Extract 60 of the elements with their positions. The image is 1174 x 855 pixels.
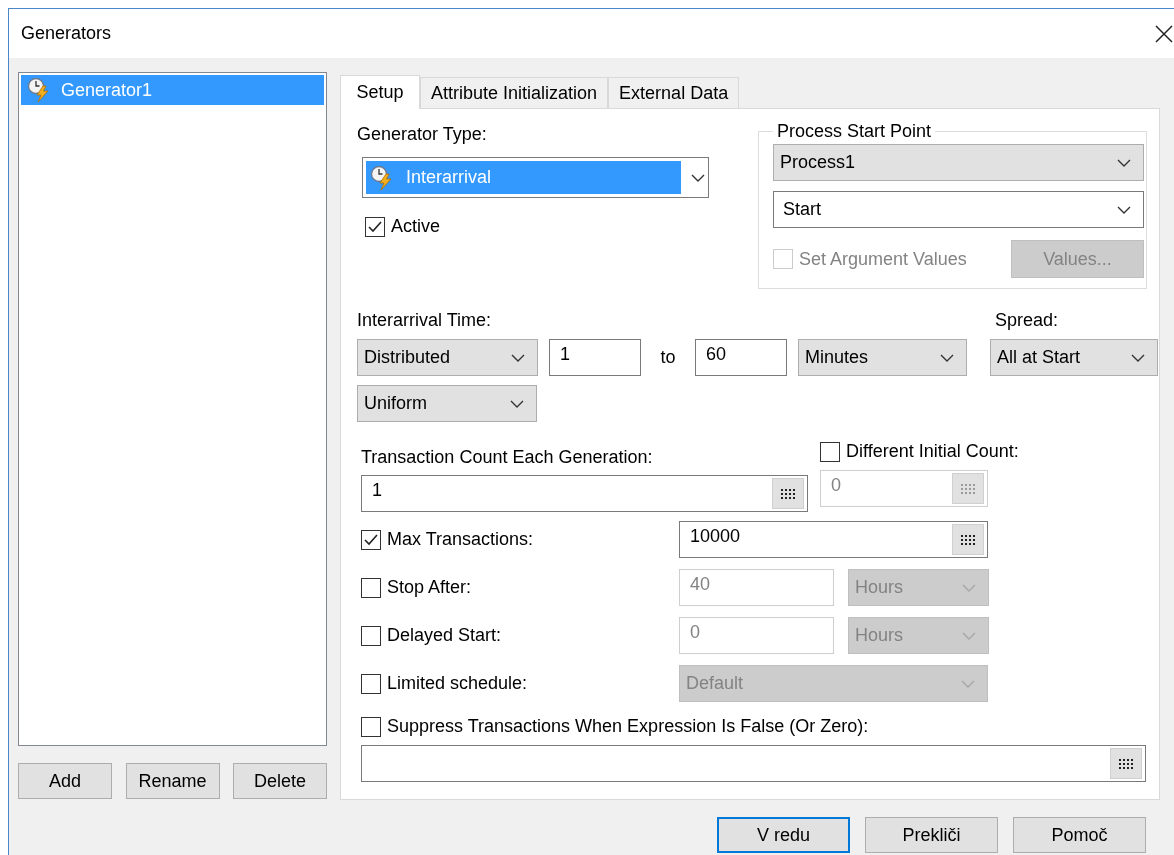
chevron-down-icon <box>961 679 975 688</box>
chevron-down-icon <box>1117 205 1131 214</box>
checkbox[interactable] <box>361 625 381 646</box>
checkbox[interactable] <box>361 577 381 598</box>
dialog-button[interactable]: V redu <box>717 817 850 853</box>
range-label: to <box>659 347 677 368</box>
dropdown[interactable]: Start <box>773 191 1144 228</box>
group-title: Process Start Point <box>776 121 933 142</box>
checkbox[interactable] <box>365 216 385 237</box>
close-icon[interactable] <box>1154 23 1174 44</box>
checkbox-label: Set Argument Values <box>799 248 967 270</box>
dropdown[interactable]: Process1 <box>773 144 1144 181</box>
list-button[interactable]: Delete <box>233 763 327 799</box>
checkbox-label: Max Transactions: <box>387 529 534 550</box>
input-field[interactable]: 10000 <box>679 521 988 558</box>
keypad-button[interactable] <box>772 478 804 509</box>
checkbox-label: Active <box>391 216 441 237</box>
chevron-down-icon <box>940 353 954 362</box>
input-field[interactable]: 1 <box>361 475 808 512</box>
keypad-button[interactable] <box>1110 748 1142 779</box>
keypad-icon <box>1118 757 1134 770</box>
keypad-icon <box>960 482 976 495</box>
chevron-down-icon <box>510 399 524 408</box>
input-field[interactable] <box>361 745 1146 782</box>
checkbox-label: Different Initial Count: <box>846 441 1019 462</box>
field-label: Interarrival Time: <box>357 310 493 331</box>
dialog-button[interactable]: Pomoč <box>1013 817 1146 853</box>
input-field[interactable]: 1 <box>549 339 641 376</box>
chevron-down-icon <box>511 353 525 362</box>
window-title: Generators <box>21 23 112 44</box>
list-button[interactable]: Rename <box>125 763 220 799</box>
checkbox-label: Limited schedule: <box>387 673 528 694</box>
checkbox-label: Suppress Transactions When Expression Is False (Or Zero): <box>387 716 869 737</box>
tab[interactable]: External Data <box>608 77 740 108</box>
chevron-down-icon <box>962 631 976 640</box>
list-button[interactable]: Add <box>18 763 112 799</box>
field-label: Transaction Count Each Generation: <box>361 447 654 468</box>
checkbox-label: Delayed Start: <box>387 625 502 646</box>
chevron-down-icon <box>1131 353 1145 362</box>
keypad-icon <box>780 487 796 500</box>
dialog-button[interactable]: Prekliči <box>865 817 998 853</box>
chevron-down-icon <box>962 583 976 592</box>
input-field[interactable]: 60 <box>695 339 787 376</box>
dropdown[interactable]: All at Start <box>990 339 1158 376</box>
checkbox[interactable] <box>820 441 840 462</box>
tab[interactable]: Attribute Initialization <box>420 77 609 108</box>
chevron-down-icon <box>691 173 705 182</box>
dropdown[interactable]: Distributed <box>357 339 538 376</box>
checkbox[interactable] <box>361 673 381 694</box>
chevron-down-icon <box>1117 158 1131 167</box>
checkbox[interactable] <box>361 529 381 550</box>
dropdown[interactable]: Minutes <box>798 339 967 376</box>
keypad-icon <box>960 533 976 546</box>
dropdown[interactable]: Uniform <box>357 385 537 422</box>
field-label: Generator Type: <box>357 124 487 145</box>
checkbox-label: Stop After: <box>387 577 472 598</box>
checkbox[interactable] <box>361 716 381 737</box>
tab[interactable]: Setup <box>340 75 420 109</box>
keypad-button[interactable] <box>952 524 984 555</box>
field-label: Spread: <box>995 310 1060 331</box>
